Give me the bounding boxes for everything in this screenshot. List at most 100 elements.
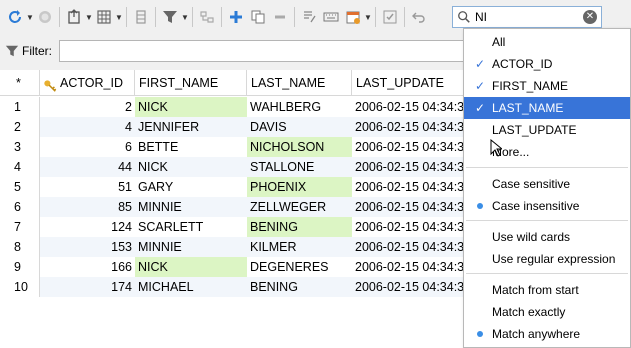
check-icon: ✓ <box>474 101 486 115</box>
cell-actor-id[interactable]: 6 <box>40 137 135 157</box>
menu-item-label: Case sensitive <box>492 177 571 191</box>
menu-item-all[interactable]: All <box>464 31 630 53</box>
keyboard-icon[interactable] <box>320 6 342 28</box>
menu-item-label: All <box>492 35 506 49</box>
row-number[interactable]: 1 <box>0 97 40 117</box>
radio-dot-icon <box>477 331 483 337</box>
menu-item-match-from-start[interactable]: Match from start <box>464 279 630 301</box>
calendar-icon[interactable] <box>342 6 364 28</box>
cell-actor-id[interactable]: 166 <box>40 257 135 277</box>
row-number[interactable]: 2 <box>0 117 40 137</box>
menu-item-more[interactable]: More... <box>464 141 630 163</box>
columns-icon[interactable] <box>130 6 152 28</box>
cell-first-name[interactable]: NICK <box>135 97 247 117</box>
cell-last-name[interactable]: BENING <box>247 277 352 297</box>
row-number[interactable]: 7 <box>0 217 40 237</box>
cell-last-name[interactable]: PHOENIX <box>247 177 352 197</box>
menu-item-label: Match from start <box>492 283 579 297</box>
cell-last-name[interactable]: BENING <box>247 217 352 237</box>
filter-input[interactable] <box>59 40 479 62</box>
group-icon[interactable] <box>196 6 218 28</box>
cell-actor-id[interactable]: 51 <box>40 177 135 197</box>
column-header-first-name[interactable]: FIRST_NAME <box>135 70 247 96</box>
menu-item-case-sensitive[interactable]: Case sensitive <box>464 173 630 195</box>
column-header-last-name[interactable]: LAST_NAME <box>247 70 352 96</box>
cell-last-name[interactable]: NICHOLSON <box>247 137 352 157</box>
row-number[interactable]: 3 <box>0 137 40 157</box>
cell-last-name[interactable]: DEGENERES <box>247 257 352 277</box>
menu-item-label: Use regular expression <box>492 252 616 266</box>
search-box[interactable]: NI ✕ <box>452 6 602 28</box>
filter-icon <box>5 44 19 61</box>
filter-label: Filter: <box>22 44 52 58</box>
row-number[interactable]: 6 <box>0 197 40 217</box>
cell-first-name[interactable]: MICHAEL <box>135 277 247 297</box>
cell-last-name[interactable]: KILMER <box>247 237 352 257</box>
menu-item-regex[interactable]: Use regular expression <box>464 248 630 270</box>
menu-item-label: Match anywhere <box>492 327 581 341</box>
chevron-down-icon[interactable]: ▼ <box>26 6 34 28</box>
menu-item-label: FIRST_NAME <box>492 79 569 93</box>
menu-item-label: ACTOR_ID <box>492 57 553 71</box>
cell-actor-id[interactable]: 124 <box>40 217 135 237</box>
menu-item-first-name[interactable]: ✓ FIRST_NAME <box>464 75 630 97</box>
menu-item-last-update[interactable]: LAST_UPDATE <box>464 119 630 141</box>
menu-item-wild-cards[interactable]: Use wild cards <box>464 226 630 248</box>
check-icon: ✓ <box>474 79 486 93</box>
chevron-down-icon[interactable]: ▼ <box>115 6 123 28</box>
menu-divider <box>466 167 628 168</box>
menu-item-label: Match exactly <box>492 305 566 319</box>
row-number[interactable]: 5 <box>0 177 40 197</box>
menu-item-case-insensitive[interactable]: Case insensitive <box>464 195 630 217</box>
delete-row-icon[interactable] <box>269 6 291 28</box>
grid-view-icon[interactable] <box>93 6 115 28</box>
corner-header[interactable]: * <box>0 70 40 96</box>
edit-icon[interactable] <box>298 6 320 28</box>
cell-last-name[interactable]: WAHLBERG <box>247 97 352 117</box>
row-number[interactable]: 9 <box>0 257 40 277</box>
menu-item-last-name[interactable]: ✓ LAST_NAME <box>464 97 630 119</box>
cell-last-name[interactable]: DAVIS <box>247 117 352 137</box>
cell-actor-id[interactable]: 85 <box>40 197 135 217</box>
cell-first-name[interactable]: MINNIE <box>135 197 247 217</box>
cell-first-name[interactable]: SCARLETT <box>135 217 247 237</box>
copy-row-icon[interactable] <box>247 6 269 28</box>
menu-item-label: Use wild cards <box>492 230 571 244</box>
cell-actor-id[interactable]: 44 <box>40 157 135 177</box>
cell-first-name[interactable]: NICK <box>135 257 247 277</box>
add-row-icon[interactable] <box>225 6 247 28</box>
undo-icon[interactable] <box>408 6 430 28</box>
cell-last-name[interactable]: ZELLWEGER <box>247 197 352 217</box>
search-options-menu: All ✓ ACTOR_ID ✓ FIRST_NAME ✓ LAST_NAME LAS… <box>463 28 631 348</box>
refresh-icon[interactable] <box>4 6 26 28</box>
cell-first-name[interactable]: MINNIE <box>135 237 247 257</box>
clear-icon[interactable]: ✕ <box>583 10 597 24</box>
row-number[interactable]: 10 <box>0 277 40 297</box>
search-input[interactable]: NI <box>475 10 487 24</box>
menu-item-match-anywhere[interactable]: Match anywhere <box>464 323 630 345</box>
cell-first-name[interactable]: JENNIFER <box>135 117 247 137</box>
row-number[interactable]: 4 <box>0 157 40 177</box>
cell-actor-id[interactable]: 174 <box>40 277 135 297</box>
cell-first-name[interactable]: BETTE <box>135 137 247 157</box>
save-icon[interactable] <box>379 6 401 28</box>
toolbar-divider <box>192 7 193 27</box>
cell-actor-id[interactable]: 4 <box>40 117 135 137</box>
cell-last-name[interactable]: STALLONE <box>247 157 352 177</box>
cell-first-name[interactable]: GARY <box>135 177 247 197</box>
filter-icon[interactable] <box>159 6 181 28</box>
column-header-actor-id[interactable]: ACTOR_ID <box>40 70 135 96</box>
menu-item-actor-id[interactable]: ✓ ACTOR_ID <box>464 53 630 75</box>
cell-actor-id[interactable]: 153 <box>40 237 135 257</box>
cell-first-name[interactable]: NICK <box>135 157 247 177</box>
row-number[interactable]: 8 <box>0 237 40 257</box>
toolbar-divider <box>404 7 405 27</box>
stop-icon[interactable] <box>34 6 56 28</box>
chevron-down-icon[interactable]: ▼ <box>364 6 372 28</box>
chevron-down-icon[interactable]: ▼ <box>85 6 93 28</box>
export-icon[interactable] <box>63 6 85 28</box>
menu-item-match-exactly[interactable]: Match exactly <box>464 301 630 323</box>
chevron-down-icon[interactable]: ▼ <box>181 6 189 28</box>
cell-actor-id[interactable]: 2 <box>40 97 135 117</box>
column-label: ACTOR_ID <box>60 76 123 90</box>
